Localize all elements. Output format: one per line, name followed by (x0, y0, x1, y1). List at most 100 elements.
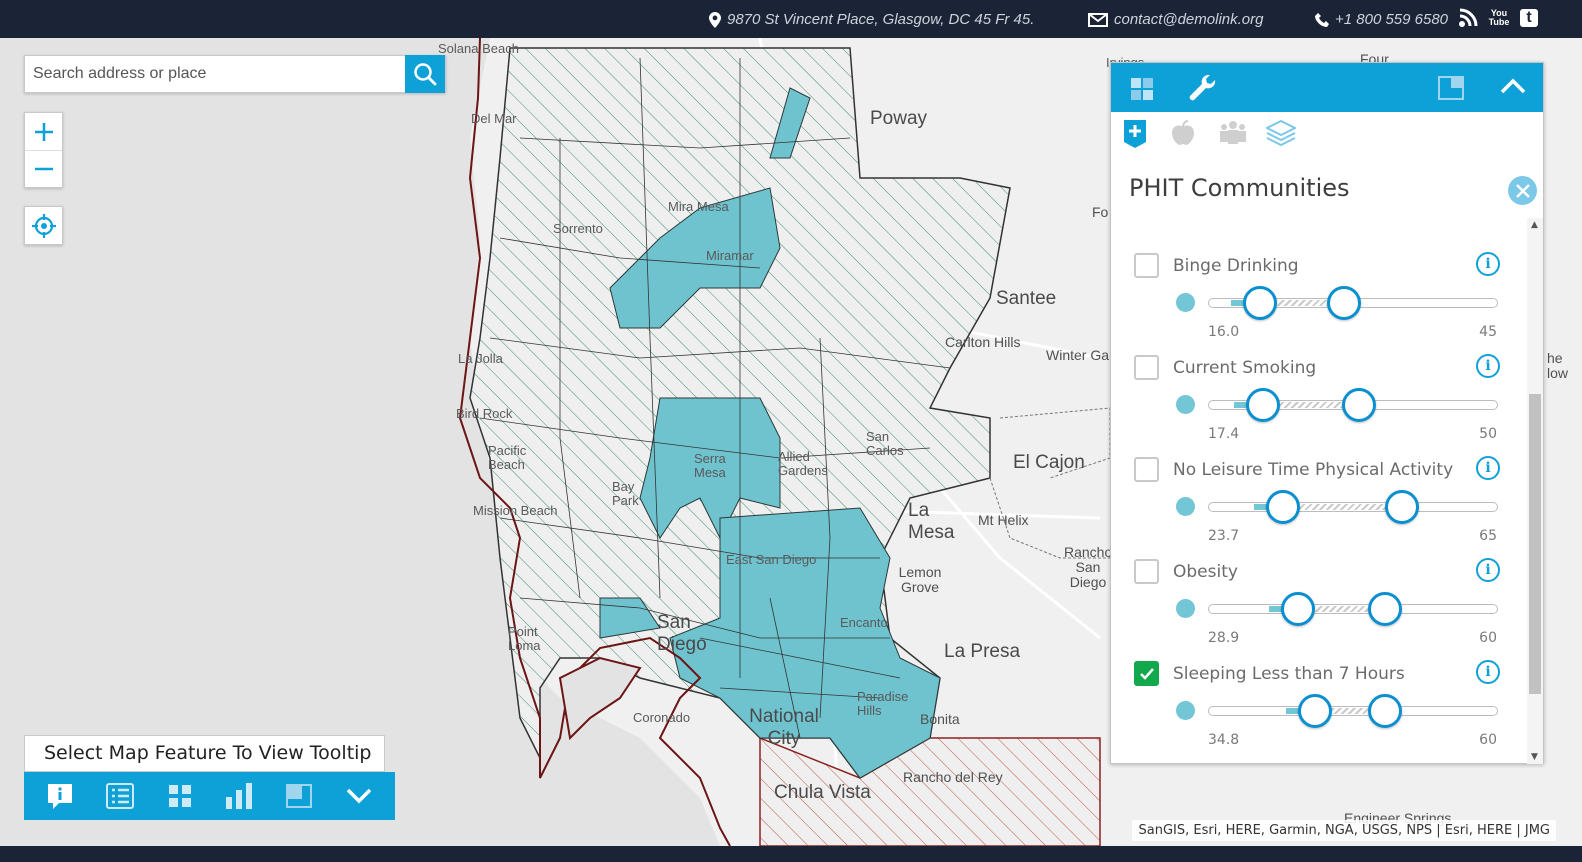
chevron-down-icon (346, 788, 372, 804)
range-slider-min-handle[interactable] (1243, 286, 1278, 320)
map-label: Chula Vista (774, 782, 871, 803)
range-slider-track[interactable] (1208, 706, 1498, 716)
filter-label: Obesity (1173, 562, 1238, 582)
map-label: La Presa (944, 641, 1021, 662)
filter-row: Sleeping Less than 7 Hours i 34.8 60 (1111, 644, 1527, 748)
scrollbar-thumb[interactable] (1529, 394, 1541, 694)
map-label: Sorrento (553, 221, 603, 236)
range-slider-max-handle[interactable] (1341, 388, 1376, 422)
crosshair-icon (31, 213, 56, 238)
filter-checkbox[interactable] (1134, 559, 1159, 584)
range-min-value: 34.8 (1208, 732, 1240, 748)
filter-checkbox[interactable] (1134, 253, 1159, 278)
tooltip-prompt: Select Map Feature To View Tooltip (24, 735, 385, 772)
map-label: Allied Gardens (778, 449, 828, 478)
subtab-nutrition[interactable] (1171, 120, 1195, 150)
tab-grid[interactable] (1131, 78, 1153, 104)
search-box (24, 55, 446, 93)
info-icon[interactable]: i (1476, 660, 1500, 684)
twitter-icon[interactable]: t (1520, 9, 1538, 27)
email-item[interactable]: contact@demolink.org (1088, 11, 1263, 28)
people-icon (1220, 121, 1246, 144)
filter-checkbox[interactable] (1134, 355, 1159, 380)
subtab-layers[interactable] (1264, 119, 1298, 150)
map-label: Bay Park (612, 479, 639, 508)
filter-row: Binge Drinking i 16.0 45 (1111, 236, 1527, 340)
minus-icon (34, 167, 53, 171)
info-tool-button[interactable] (40, 776, 80, 816)
map-label: San Diego (657, 612, 707, 655)
info-icon (47, 784, 72, 809)
map-label: Point Loma (508, 624, 541, 653)
grid-tool-button[interactable] (160, 776, 200, 816)
chart-tool-button[interactable] (219, 776, 259, 816)
search-button[interactable] (405, 55, 445, 93)
scroll-down-icon[interactable]: ▼ (1531, 752, 1538, 762)
maximize-panel-button[interactable] (1438, 76, 1464, 104)
rss-icon[interactable] (1458, 8, 1478, 28)
subtab-population[interactable] (1218, 120, 1248, 148)
map-attribution: SanGIS, Esri, HERE, Garmin, NGA, USGS, N… (1132, 820, 1556, 841)
zoom-out-button[interactable] (25, 150, 62, 187)
collapse-panel-button[interactable] (1500, 78, 1526, 98)
filter-color-swatch (1176, 701, 1195, 720)
list-tool-button[interactable] (100, 776, 140, 816)
filter-list: Binge Drinking i 16.0 45 Current Smoking… (1111, 218, 1527, 764)
map-label: Bonita (920, 711, 960, 727)
map-label: Del Mar (471, 111, 517, 126)
filter-label: Current Smoking (1173, 358, 1317, 378)
filter-checkbox[interactable] (1134, 457, 1159, 482)
range-slider-min-handle[interactable] (1266, 490, 1301, 524)
filter-label: Binge Drinking (1173, 256, 1299, 276)
map-label: Pacific Beach (488, 443, 527, 472)
filter-row: Obesity i 28.9 60 (1111, 542, 1527, 646)
filter-label: No Leisure Time Physical Activity (1173, 460, 1454, 480)
chevron-up-icon (1500, 78, 1526, 94)
info-icon[interactable]: i (1476, 354, 1500, 378)
map-label: he low (1547, 350, 1569, 381)
info-icon[interactable]: i (1476, 252, 1500, 276)
range-slider-max-handle[interactable] (1367, 592, 1402, 626)
map-label: Mira Mesa (668, 199, 729, 214)
panel-scrollbar[interactable]: ▲ ▼ (1527, 218, 1543, 764)
address-text: 9870 St Vincent Place, Glasgow, DC 45 Fr… (727, 11, 1035, 28)
info-icon[interactable]: i (1476, 456, 1500, 480)
range-slider-max-handle[interactable] (1367, 694, 1402, 728)
map-label: Carlton Hills (945, 334, 1021, 350)
close-panel-button[interactable] (1508, 176, 1537, 205)
filter-row: No Leisure Time Physical Activity i 23.7… (1111, 440, 1527, 544)
map-label: San Carlos (866, 429, 904, 458)
range-slider-min-handle[interactable] (1246, 388, 1281, 422)
range-slider-max-handle[interactable] (1327, 286, 1362, 320)
range-slider-track[interactable] (1208, 604, 1498, 614)
collapse-toolbar-button[interactable] (339, 776, 379, 816)
map-label: Lemon Grove (898, 564, 942, 595)
locate-button[interactable] (24, 206, 63, 245)
info-icon[interactable]: i (1476, 558, 1500, 582)
apple-icon (1172, 120, 1194, 145)
grid-icon (168, 785, 191, 807)
scroll-up-icon[interactable]: ▲ (1531, 220, 1538, 230)
range-slider-track[interactable] (1208, 502, 1498, 512)
range-slider-max-handle[interactable] (1385, 490, 1420, 524)
subtab-health[interactable] (1124, 120, 1146, 152)
phone-item: +1 800 559 6580 (1315, 11, 1448, 28)
checkmark-icon (1139, 667, 1154, 680)
range-slider-min-handle[interactable] (1280, 592, 1315, 626)
map-label: Bird Rock (456, 406, 513, 421)
zoom-in-button[interactable] (25, 113, 62, 150)
close-icon (1515, 183, 1530, 198)
email-link[interactable]: contact@demolink.org (1114, 11, 1263, 28)
panel-header (1111, 63, 1543, 112)
filter-checkbox[interactable] (1134, 661, 1159, 686)
map-label: Rancho del Rey (903, 769, 1003, 785)
youtube-icon[interactable]: You Tube (1488, 9, 1510, 27)
map-label: Paradise Hills (857, 689, 909, 718)
wrench-icon (1189, 74, 1216, 101)
range-slider-min-handle[interactable] (1298, 694, 1333, 728)
search-input[interactable] (25, 56, 406, 92)
window-tool-button[interactable] (279, 776, 319, 816)
envelope-icon (1088, 12, 1108, 27)
tab-tools[interactable] (1187, 73, 1217, 107)
map-label: Rancho San Diego (1064, 544, 1113, 590)
